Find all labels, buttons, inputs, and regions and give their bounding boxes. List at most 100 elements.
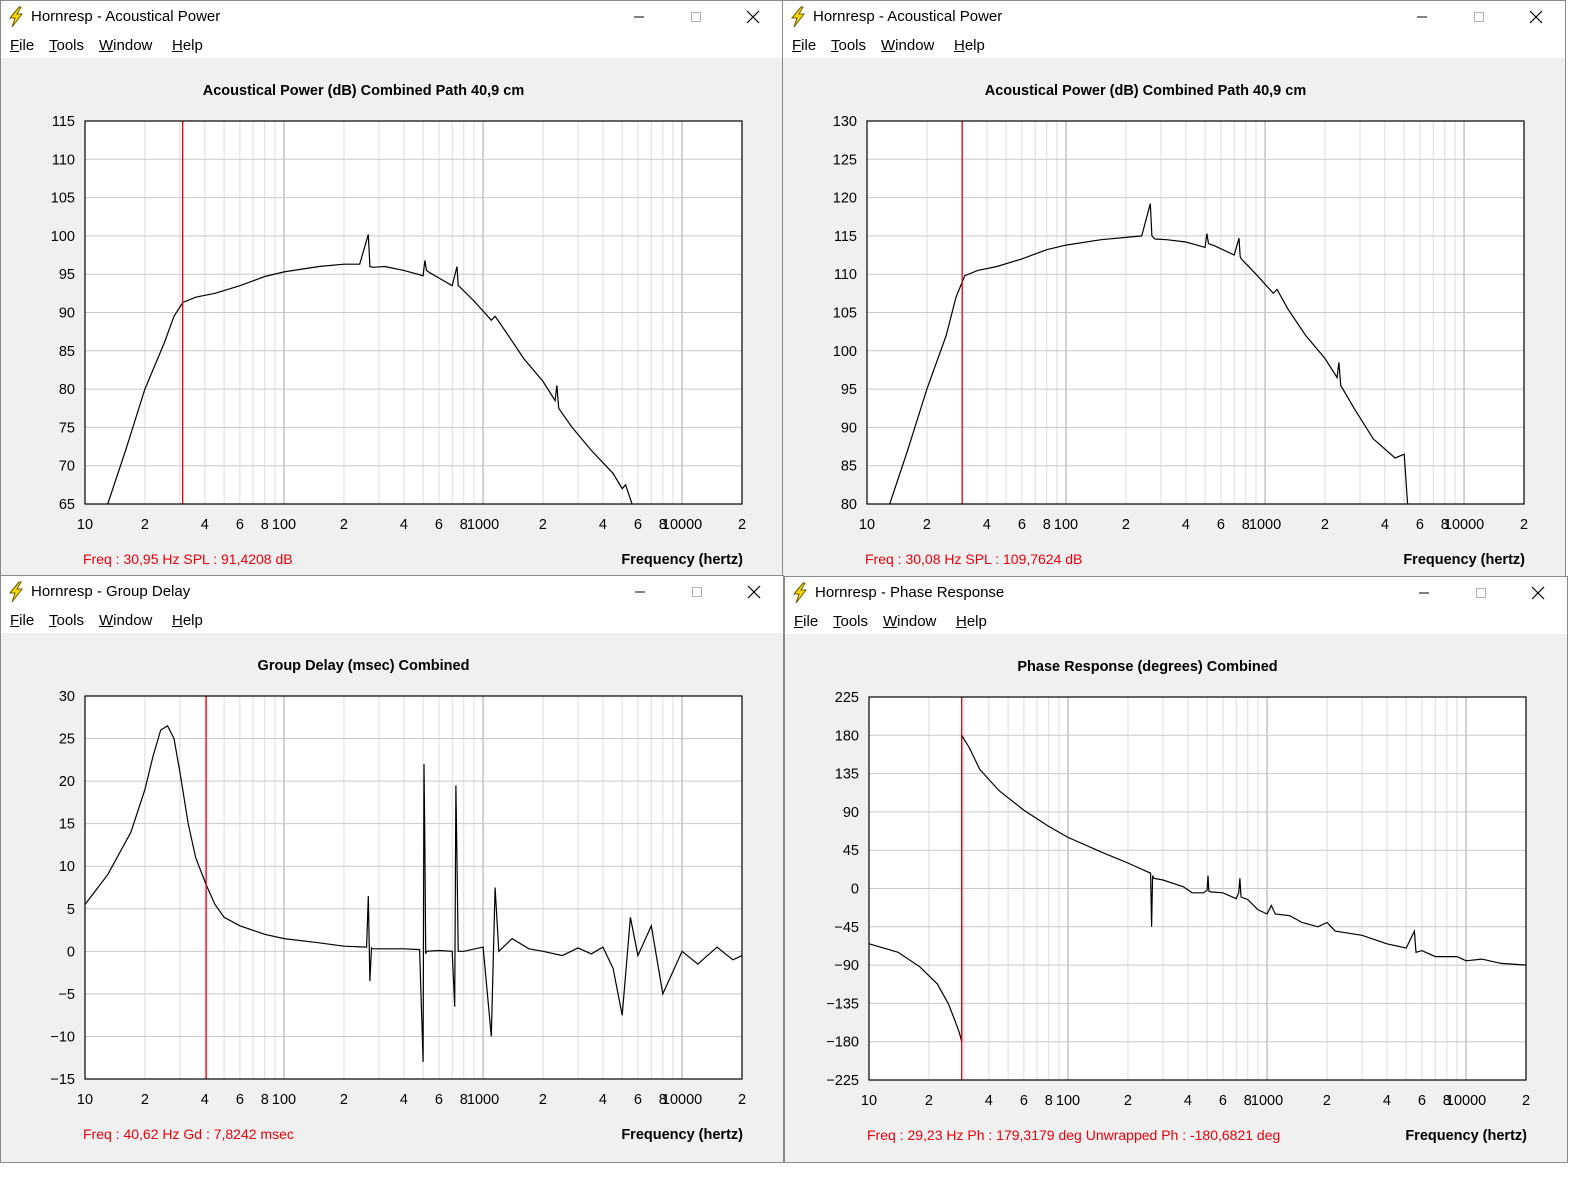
- menu-window[interactable]: Window: [881, 37, 934, 54]
- menu-tools[interactable]: Tools: [49, 612, 84, 629]
- y-tick-label: 20: [59, 774, 75, 790]
- close-icon[interactable]: [1513, 1, 1559, 33]
- x-tick-label: 4: [1381, 517, 1389, 533]
- window-title: Hornresp - Acoustical Power: [813, 8, 1003, 25]
- cursor-readout: Freq : 30,08 Hz SPL : 109,7624 dB: [865, 551, 1082, 567]
- menu-bar: File Tools Window Help: [1, 608, 783, 633]
- menu-label: elp: [964, 37, 985, 54]
- menu-file[interactable]: File: [10, 612, 34, 629]
- y-tick-label: 95: [59, 267, 75, 283]
- y-tick-label: 120: [833, 191, 857, 207]
- x-tick-label: 6: [236, 1092, 244, 1108]
- menu-tools[interactable]: Tools: [833, 613, 868, 630]
- x-tick-label: 8: [1045, 1093, 1053, 1109]
- x-tick-label: 1000: [467, 517, 499, 533]
- x-tick-label: 2: [539, 1092, 547, 1108]
- menu-tools[interactable]: Tools: [49, 37, 84, 54]
- menu-label: elp: [182, 37, 203, 54]
- x-tick-label: 10: [861, 1093, 877, 1109]
- y-tick-label: 10: [59, 859, 75, 875]
- close-icon[interactable]: [730, 1, 776, 33]
- x-tick-label: 100: [272, 517, 296, 533]
- menu-label: indow: [895, 37, 935, 54]
- menu-help[interactable]: Help: [172, 612, 203, 629]
- menu-accelerator: T: [833, 613, 841, 630]
- y-tick-label: 225: [835, 690, 859, 706]
- title-bar[interactable]: Hornresp - Group Delay: [1, 576, 783, 608]
- menu-accelerator: W: [99, 612, 114, 629]
- x-tick-label: 2: [925, 1093, 933, 1109]
- minimize-icon[interactable]: [1399, 1, 1445, 33]
- y-tick-label: 80: [841, 497, 857, 513]
- x-tick-label: 4: [985, 1093, 993, 1109]
- menu-window[interactable]: Window: [99, 37, 152, 54]
- x-tick-label: 6: [1018, 517, 1026, 533]
- title-bar[interactable]: Hornresp - Phase Response: [785, 577, 1567, 609]
- y-tick-label: 110: [834, 267, 857, 283]
- menu-help[interactable]: Help: [956, 613, 987, 630]
- menu-accelerator: W: [883, 613, 898, 630]
- x-axis-label: Frequency (hertz): [1403, 552, 1525, 568]
- menu-file[interactable]: File: [10, 37, 34, 54]
- x-tick-label: 6: [1416, 517, 1424, 533]
- menu-help[interactable]: Help: [954, 37, 985, 54]
- chart-area: Phase Response (degrees) Combined 225 180 1…: [785, 634, 1567, 1162]
- x-tick-label: 2: [340, 517, 348, 533]
- title-bar[interactable]: Hornresp - Acoustical Power: [1, 1, 782, 33]
- x-tick-label: 100: [1054, 517, 1078, 533]
- x-tick-label: 6: [435, 1092, 443, 1108]
- menu-label: ile: [801, 37, 817, 54]
- x-tick-label: 4: [1383, 1093, 1391, 1109]
- menu-window[interactable]: Window: [99, 612, 152, 629]
- y-tick-label: 180: [835, 728, 859, 744]
- x-tick-label: 1000: [1251, 1093, 1283, 1109]
- maximize-icon: [674, 576, 720, 608]
- chart-title: Acoustical Power (dB) Combined Path 40,9…: [985, 83, 1307, 99]
- x-tick-label: 2: [340, 1092, 348, 1108]
- menu-label: indow: [897, 613, 937, 630]
- maximize-icon: [1458, 577, 1504, 609]
- close-icon[interactable]: [731, 576, 777, 608]
- y-tick-label: 130: [833, 114, 857, 130]
- menu-accelerator: W: [99, 37, 114, 54]
- menu-file[interactable]: File: [792, 37, 816, 54]
- y-tick-label: 75: [59, 420, 75, 436]
- menu-accelerator: F: [792, 37, 802, 54]
- x-tick-label: 10000: [1446, 1093, 1486, 1109]
- x-tick-label: 2: [1122, 517, 1130, 533]
- menu-accelerator: W: [881, 37, 896, 54]
- chart-svg: Acoustical Power (dB) Combined Path 40,9…: [833, 83, 1528, 568]
- minimize-icon[interactable]: [1401, 577, 1447, 609]
- x-tick-label: 10000: [1444, 517, 1484, 533]
- chart-area: Acoustical Power (dB) Combined Path 40,9…: [783, 58, 1565, 588]
- x-tick-label: 4: [400, 517, 408, 533]
- menu-file[interactable]: File: [794, 613, 818, 630]
- y-tick-label: 105: [51, 191, 75, 207]
- x-tick-label: 2: [1522, 1093, 1530, 1109]
- y-tick-label: 25: [59, 732, 75, 748]
- menu-accelerator: H: [954, 37, 965, 54]
- menu-help[interactable]: Help: [172, 37, 203, 54]
- minimize-icon[interactable]: [616, 1, 662, 33]
- minimize-icon[interactable]: [617, 576, 663, 608]
- close-icon[interactable]: [1515, 577, 1561, 609]
- x-tick-label: 6: [1217, 517, 1225, 533]
- menu-bar: File Tools Window Help: [783, 33, 1565, 58]
- menu-bar: File Tools Window Help: [785, 609, 1567, 634]
- group-delay-window: Hornresp - Group Delay File Tools Window Hel…: [0, 575, 784, 1163]
- x-tick-label: 2: [141, 1092, 149, 1108]
- x-tick-label: 10: [859, 517, 875, 533]
- x-tick-label: 4: [599, 1092, 607, 1108]
- menu-tools[interactable]: Tools: [831, 37, 866, 54]
- x-tick-label: 2: [141, 517, 149, 533]
- chart-title: Group Delay (msec) Combined: [258, 658, 470, 674]
- y-tick-label: 15: [59, 817, 75, 833]
- menu-accelerator: F: [794, 613, 804, 630]
- x-tick-label: 100: [1056, 1093, 1080, 1109]
- title-bar[interactable]: Hornresp - Acoustical Power: [783, 1, 1565, 33]
- y-tick-label: 90: [843, 805, 859, 821]
- y-tick-label: 80: [59, 382, 75, 398]
- y-tick-label: 0: [851, 882, 859, 898]
- menu-window[interactable]: Window: [883, 613, 936, 630]
- y-tick-label: −45: [834, 920, 859, 936]
